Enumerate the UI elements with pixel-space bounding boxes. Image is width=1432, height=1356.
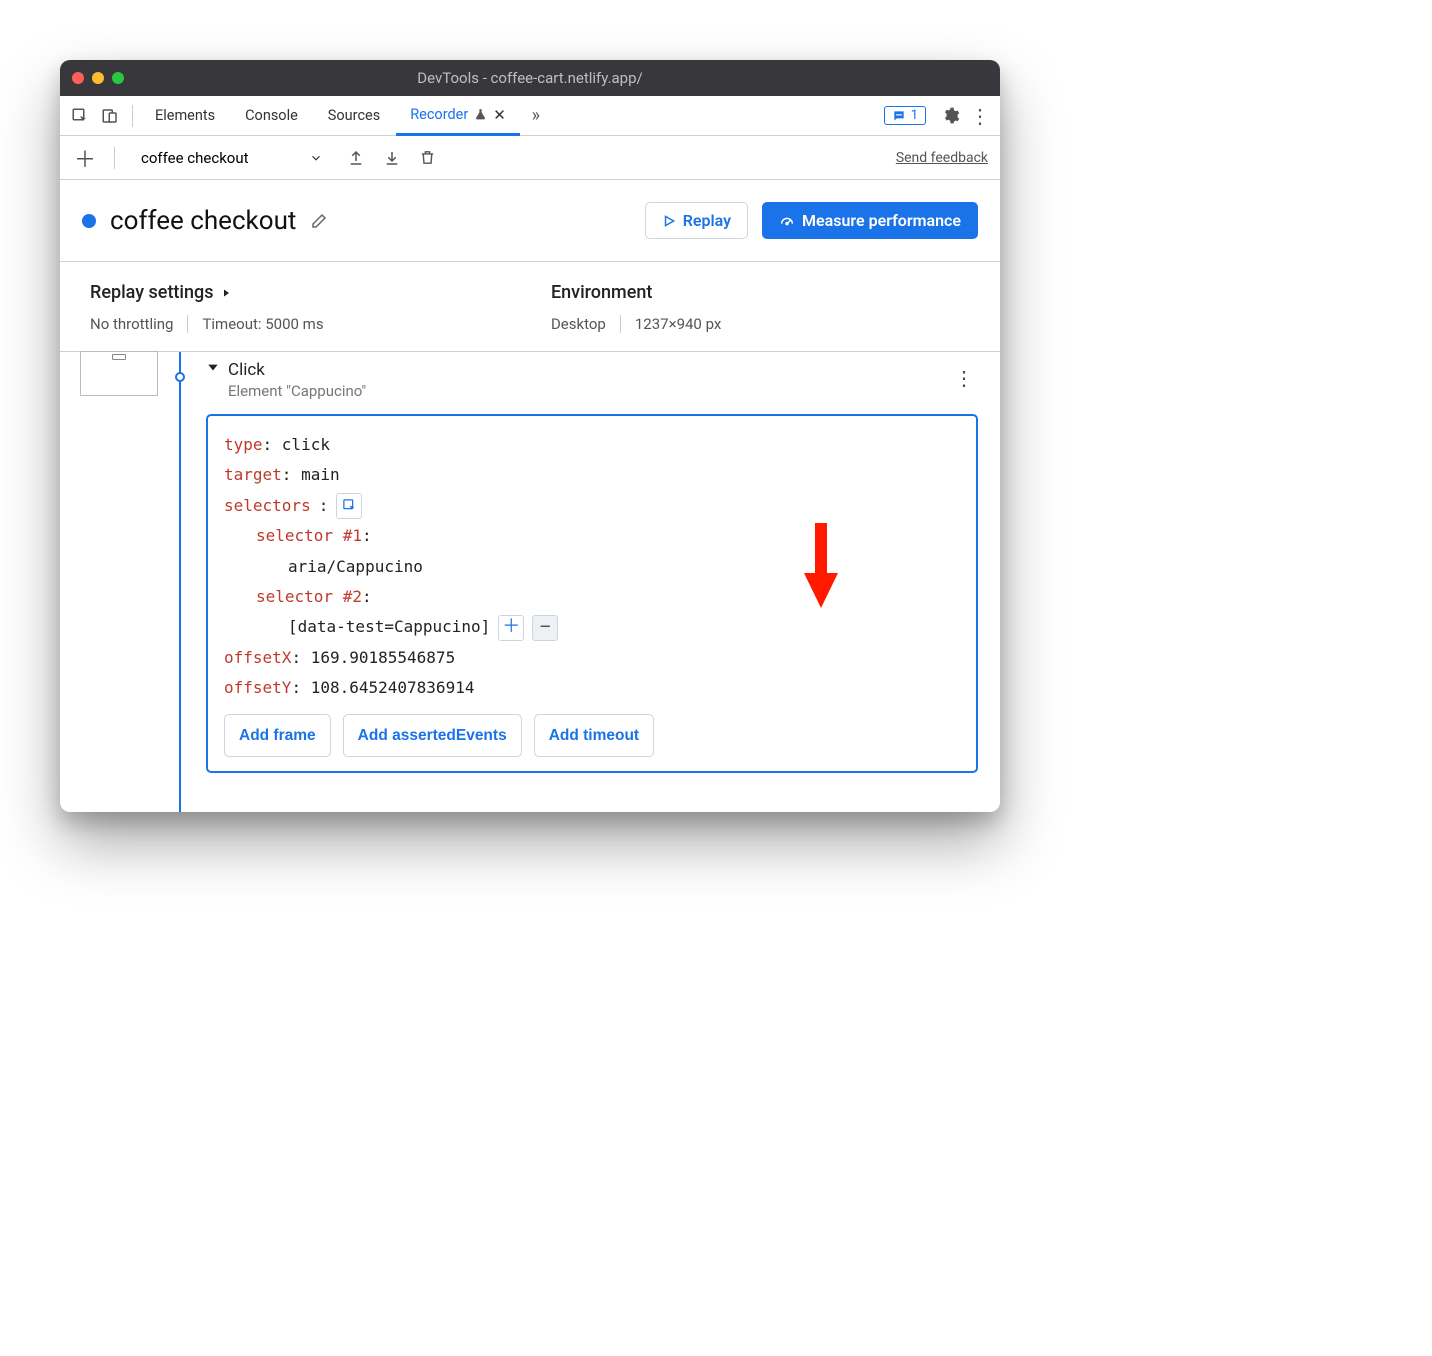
recorder-toolbar: ＋ coffee checkout Send feedback bbox=[60, 136, 1000, 180]
selectors-key: selectors bbox=[224, 491, 311, 521]
gauge-icon bbox=[779, 213, 795, 229]
recording-header: coffee checkout Replay Measure performan… bbox=[60, 180, 1000, 262]
chevron-down-icon bbox=[309, 151, 323, 165]
selectors-colon: : bbox=[319, 491, 329, 521]
target-value: : main bbox=[282, 465, 340, 484]
window-title: DevTools - coffee-cart.netlify.app/ bbox=[60, 69, 1000, 87]
titlebar: DevTools - coffee-cart.netlify.app/ bbox=[60, 60, 1000, 96]
collapse-icon[interactable] bbox=[206, 360, 220, 374]
status-dot-icon bbox=[82, 214, 96, 228]
import-icon[interactable] bbox=[379, 145, 405, 171]
selector1-value[interactable]: aria/Cappucino bbox=[288, 557, 423, 576]
maximize-window-icon[interactable] bbox=[112, 72, 124, 84]
viewport-value: 1237×940 px bbox=[635, 315, 722, 333]
settings-gear-icon[interactable] bbox=[936, 102, 964, 130]
add-asserted-events-button[interactable]: Add assertedEvents bbox=[343, 714, 522, 757]
device-toolbar-icon[interactable] bbox=[96, 102, 124, 130]
flask-icon bbox=[474, 108, 487, 121]
selector2-value[interactable]: [data-test=Cappucino] bbox=[288, 612, 490, 642]
timeline-node-icon bbox=[175, 372, 185, 382]
device-value: Desktop bbox=[551, 315, 606, 333]
minimize-window-icon[interactable] bbox=[92, 72, 104, 84]
selector2-key: selector #2 bbox=[256, 587, 362, 606]
tab-elements[interactable]: Elements bbox=[141, 96, 229, 135]
type-key: type bbox=[224, 435, 263, 454]
tab-sources[interactable]: Sources bbox=[314, 96, 394, 135]
close-window-icon[interactable] bbox=[72, 72, 84, 84]
type-value: : click bbox=[263, 435, 330, 454]
send-feedback-link[interactable]: Send feedback bbox=[896, 150, 988, 166]
timeline-line bbox=[160, 352, 200, 812]
devtools-window: DevTools - coffee-cart.netlify.app/ Elem… bbox=[60, 60, 1000, 812]
environment-label: Environment bbox=[551, 282, 970, 303]
step-detail-box: type: click target: main selectors: sele… bbox=[206, 414, 978, 773]
chevron-right-icon bbox=[220, 287, 232, 299]
selector2-colon: : bbox=[362, 587, 372, 606]
more-tabs-icon[interactable]: » bbox=[522, 102, 550, 130]
divider bbox=[114, 147, 115, 169]
thumbnail-detail-icon bbox=[112, 354, 126, 360]
replay-button[interactable]: Replay bbox=[645, 202, 748, 239]
divider bbox=[620, 315, 621, 333]
replay-settings-label: Replay settings bbox=[90, 282, 214, 303]
offsety-key: offsetY bbox=[224, 678, 291, 697]
selector1-key: selector #1 bbox=[256, 526, 362, 545]
new-recording-icon[interactable]: ＋ bbox=[72, 145, 98, 171]
offsety-value: : 108.6452407836914 bbox=[291, 678, 474, 697]
inspect-element-icon[interactable] bbox=[66, 102, 94, 130]
window-controls bbox=[72, 72, 124, 84]
timeout-value: Timeout: 5000 ms bbox=[202, 315, 323, 333]
measure-performance-button[interactable]: Measure performance bbox=[762, 202, 978, 239]
chat-icon bbox=[892, 109, 906, 123]
delete-icon[interactable] bbox=[415, 145, 441, 171]
add-selector-button[interactable]: ＋ bbox=[498, 615, 524, 641]
play-icon bbox=[662, 214, 676, 228]
step-panel: Click Element "Cappucino" ⋮ type: click … bbox=[200, 352, 1000, 812]
messages-badge[interactable]: 1 bbox=[884, 106, 926, 125]
offsetx-key: offsetX bbox=[224, 648, 291, 667]
throttling-value: No throttling bbox=[90, 315, 173, 333]
step-menu-icon[interactable]: ⋮ bbox=[954, 366, 974, 390]
recording-dropdown-label: coffee checkout bbox=[141, 149, 249, 167]
divider bbox=[132, 105, 133, 127]
add-frame-button[interactable]: Add frame bbox=[224, 714, 331, 757]
tab-recorder[interactable]: Recorder ✕ bbox=[396, 97, 520, 136]
messages-count: 1 bbox=[911, 108, 918, 123]
export-icon[interactable] bbox=[343, 145, 369, 171]
kebab-menu-icon[interactable]: ⋮ bbox=[966, 102, 994, 130]
close-tab-icon[interactable]: ✕ bbox=[493, 106, 506, 124]
recording-dropdown[interactable]: coffee checkout bbox=[131, 146, 333, 170]
divider bbox=[187, 315, 188, 333]
add-timeout-button[interactable]: Add timeout bbox=[534, 714, 654, 757]
timeline-body: Click Element "Cappucino" ⋮ type: click … bbox=[60, 352, 1000, 812]
offsetx-value: : 169.90185546875 bbox=[291, 648, 455, 667]
tab-recorder-label: Recorder bbox=[410, 106, 468, 123]
tabstrip: Elements Console Sources Recorder ✕ » 1 … bbox=[60, 96, 1000, 136]
settings-row: Replay settings No throttling Timeout: 5… bbox=[60, 262, 1000, 352]
recording-title: coffee checkout bbox=[110, 206, 296, 236]
step-thumbnail[interactable] bbox=[80, 351, 158, 396]
replay-settings-toggle[interactable]: Replay settings bbox=[90, 282, 551, 303]
remove-selector-button[interactable]: − bbox=[532, 615, 558, 641]
replay-label: Replay bbox=[683, 211, 731, 230]
selector1-colon: : bbox=[362, 526, 372, 545]
edit-title-icon[interactable] bbox=[310, 212, 328, 230]
element-picker-icon[interactable] bbox=[336, 493, 362, 519]
target-key: target bbox=[224, 465, 282, 484]
step-subtitle: Element "Cappucino" bbox=[228, 382, 366, 400]
tab-console[interactable]: Console bbox=[231, 96, 312, 135]
measure-label: Measure performance bbox=[802, 211, 961, 230]
step-title: Click bbox=[228, 360, 366, 380]
thumbnail-column bbox=[60, 352, 160, 812]
